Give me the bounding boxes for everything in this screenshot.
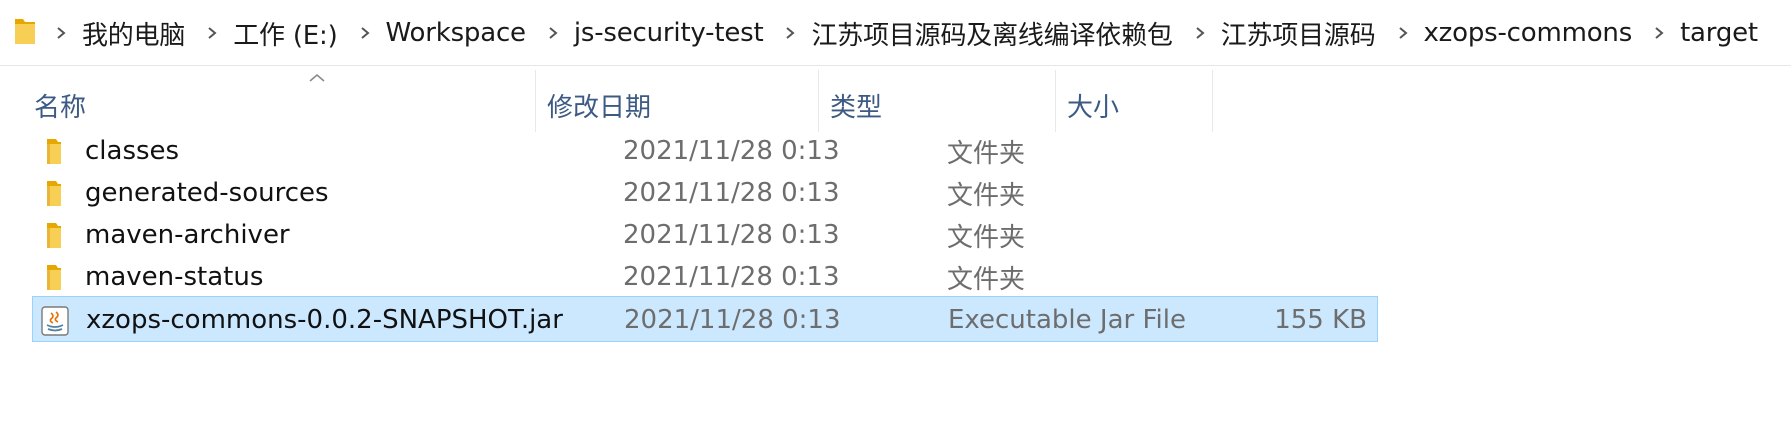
chevron-right-icon[interactable] (778, 21, 802, 45)
chevron-right-icon[interactable] (1188, 21, 1212, 45)
file-name: maven-status (85, 262, 264, 292)
file-row[interactable]: generated-sources 2021/11/28 0:13 文件夹 (32, 170, 1378, 216)
breadcrumb-item[interactable]: target (1678, 18, 1764, 48)
file-row[interactable]: maven-status 2021/11/28 0:13 文件夹 (32, 254, 1378, 300)
file-size (1168, 254, 1368, 300)
breadcrumb-item[interactable]: js-security-test (572, 18, 770, 48)
address-bar[interactable]: 我的电脑 工作 (E:) Workspace js-security-test 江苏项目… (0, 0, 1791, 66)
chevron-right-icon[interactable] (541, 21, 565, 45)
folder-icon (15, 19, 35, 44)
folder-icon (47, 265, 61, 290)
file-size (1168, 170, 1368, 216)
file-modified-date: 2021/11/28 0:13 (624, 305, 841, 335)
file-size: 155 KB (1274, 305, 1367, 335)
file-modified-date: 2021/11/28 0:13 (623, 136, 840, 166)
file-modified-date: 2021/11/28 0:13 (623, 178, 840, 208)
file-type: 文件夹 (947, 138, 1026, 169)
file-name: generated-sources (85, 178, 329, 208)
file-name: maven-archiver (85, 220, 290, 250)
breadcrumb-item[interactable]: Workspace (384, 18, 532, 48)
file-modified-date: 2021/11/28 0:13 (623, 220, 840, 250)
file-row[interactable]: classes 2021/11/28 0:13 文件夹 (32, 128, 1378, 174)
chevron-right-icon[interactable] (1647, 21, 1671, 45)
file-size (1168, 212, 1368, 258)
breadcrumb: 我的电脑 工作 (E:) Workspace js-security-test 江苏项目… (40, 0, 1764, 66)
breadcrumb-item[interactable]: 我的电脑 (80, 15, 191, 52)
folder-icon (47, 223, 61, 248)
file-row[interactable]: maven-archiver 2021/11/28 0:13 文件夹 (32, 212, 1378, 258)
file-size (1168, 128, 1368, 174)
file-type: 文件夹 (947, 264, 1026, 295)
java-jar-icon (41, 306, 69, 336)
folder-icon (47, 181, 61, 206)
folder-icon (47, 139, 61, 164)
file-type: 文件夹 (947, 222, 1026, 253)
file-name: xzops-commons-0.0.2-SNAPSHOT.jar (86, 305, 563, 335)
file-explorer-window: 我的电脑 工作 (E:) Workspace js-security-test 江苏项目… (0, 0, 1791, 426)
chevron-right-icon[interactable] (1391, 21, 1415, 45)
breadcrumb-item[interactable]: 江苏项目源码及离线编译依赖包 (809, 15, 1178, 52)
chevron-right-icon[interactable] (353, 21, 377, 45)
file-row[interactable]: xzops-commons-0.0.2-SNAPSHOT.jar 2021/11/… (32, 296, 1378, 342)
file-modified-date: 2021/11/28 0:13 (623, 262, 840, 292)
chevron-right-icon[interactable] (49, 21, 73, 45)
file-type: Executable Jar File (948, 305, 1186, 335)
file-type: 文件夹 (947, 180, 1026, 211)
file-name: classes (85, 136, 180, 166)
breadcrumb-item[interactable]: 江苏项目源码 (1219, 15, 1382, 52)
chevron-right-icon[interactable] (200, 21, 224, 45)
breadcrumb-item[interactable]: xzops-commons (1422, 18, 1639, 48)
column-divider[interactable] (1212, 70, 1213, 132)
breadcrumb-item[interactable]: 工作 (E:) (231, 15, 343, 52)
